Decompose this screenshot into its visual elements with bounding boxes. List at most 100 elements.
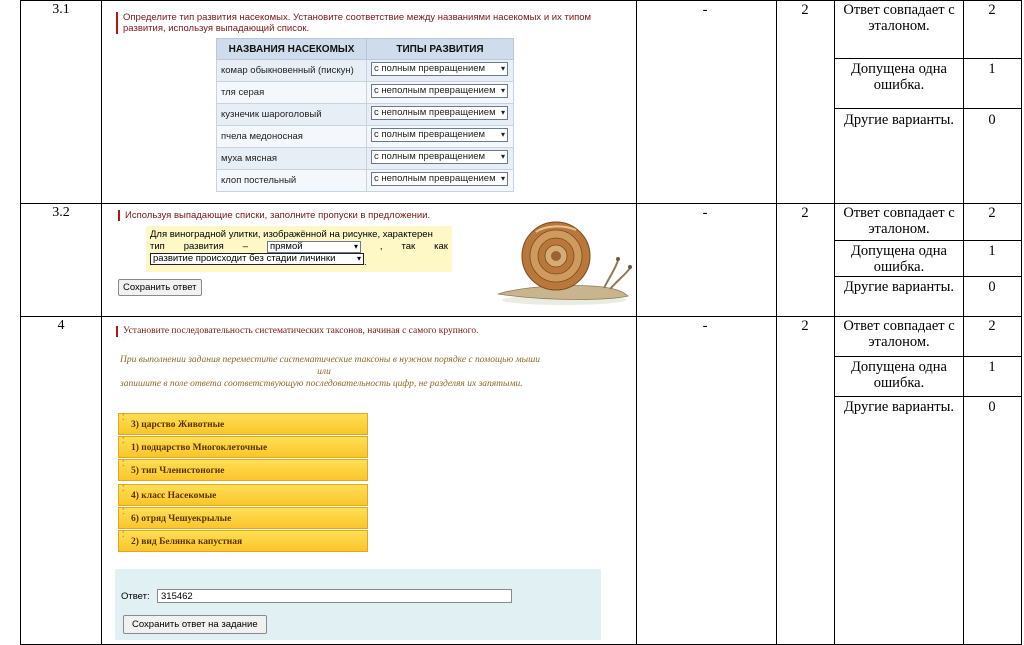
save-answer-button[interactable]: Сохранить ответ: [118, 279, 202, 296]
sentence-word: –: [242, 240, 248, 252]
select-value: прямой: [269, 240, 303, 252]
taxon-label: 3) царство Животные: [131, 420, 225, 430]
insect-name: пчела медоносная: [216, 125, 367, 148]
chevron-down-icon: ▾: [500, 108, 505, 117]
draggable-taxon[interactable]: ⁚ 4) класс Насекомые: [118, 484, 368, 506]
task-number: 3.1: [52, 2, 70, 17]
grid-line: [963, 0, 964, 645]
table-row: муха мясная с полным превращением ▾: [216, 147, 514, 170]
answer-dash: -: [702, 2, 708, 18]
grid-line: [834, 58, 1021, 59]
criterion-score: 2: [988, 2, 996, 18]
criterion-score: 0: [988, 279, 996, 295]
grid-line: [101, 0, 102, 645]
chevron-down-icon: ▾: [356, 253, 361, 263]
criterion-score: 2: [988, 205, 996, 221]
sentence-line: тип развития – прямой ▾ , так как: [150, 240, 448, 253]
answer-input[interactable]: 315462: [157, 589, 512, 603]
development-type-select[interactable]: с неполным превращением ▾: [371, 106, 508, 120]
grid-line: [776, 0, 777, 645]
select-value: с неполным превращением: [374, 173, 496, 184]
grid-line: [834, 0, 835, 645]
sentence-word: тип: [150, 240, 165, 252]
chevron-down-icon: ▾: [500, 174, 505, 183]
criterion-text: Допущена одна ошибка.: [851, 243, 947, 275]
grid-line: [20, 316, 1021, 317]
criterion-score: 2: [988, 318, 996, 334]
sentence-word: развития: [183, 240, 224, 252]
grid-line: [1021, 0, 1022, 645]
development-type-select[interactable]: с полным превращением ▾: [371, 128, 508, 142]
taxon-label: 2) вид Белянка капустная: [131, 537, 243, 547]
insect-name: клоп постельный: [216, 169, 367, 192]
question-title: Определите тип развития насекомых. Устан…: [116, 12, 621, 34]
chevron-down-icon: ▾: [500, 152, 505, 161]
reason-select[interactable]: развитие происходит без стадии личинки ▾: [150, 252, 364, 265]
table-row: клоп постельный с неполным превращением ▾: [216, 169, 514, 192]
criterion-score: 1: [988, 61, 996, 77]
draggable-taxon[interactable]: ⁚ 5) тип Членистоногие: [118, 459, 368, 481]
table-row: пчела медоносная с полным превращением ▾: [216, 125, 514, 148]
draggable-taxon[interactable]: ⁚ 2) вид Белянка капустная: [118, 530, 368, 552]
taxon-label: 6) отряд Чешуекрылые: [131, 514, 232, 524]
answer-dash: -: [702, 205, 708, 221]
drag-handle-icon: ⁚: [122, 413, 125, 422]
development-type-select[interactable]: с неполным превращением ▾: [371, 84, 508, 98]
development-type-select[interactable]: с неполным превращением ▾: [371, 172, 508, 186]
sentence-word: как: [434, 240, 448, 252]
drag-handle-icon: ⁚: [122, 484, 125, 493]
development-type-select[interactable]: прямой ▾: [266, 240, 361, 253]
select-value: с полным превращением: [374, 63, 486, 74]
insect-name: кузнечик шароголовый: [216, 103, 367, 126]
draggable-taxon[interactable]: ⁚ 3) царство Животные: [118, 413, 368, 435]
select-value: с неполным превращением: [374, 85, 496, 96]
instruction-text: или: [317, 367, 331, 377]
grid-line: [636, 0, 637, 645]
task-number: 4: [57, 318, 65, 333]
sentence-word: .: [364, 256, 367, 268]
drag-handle-icon: ⁚: [122, 459, 125, 468]
question-3-1-screenshot: Определите тип развития насекомых. Устан…: [114, 9, 634, 199]
taxon-label: 5) тип Членистоногие: [131, 466, 225, 476]
insect-name: комар обыкновенный (пискун): [216, 59, 367, 82]
grid-line: [20, 203, 1021, 204]
grid-line: [834, 108, 1021, 109]
sentence-word: ,: [379, 240, 383, 252]
grid-line: [834, 240, 1021, 241]
question-title: Используя выпадающие списки, заполните п…: [118, 210, 538, 221]
grid-line: [20, 0, 1021, 1]
criterion-text: Ответ совпадает с эталоном.: [843, 205, 955, 237]
max-points: 2: [801, 2, 809, 18]
column-header: НАЗВАНИЯ НАСЕКОМЫХ: [216, 38, 367, 60]
fill-in-sentence: Для виноградной улитки, изображённой на …: [146, 226, 452, 272]
snail-image: [497, 221, 632, 305]
draggable-taxon[interactable]: ⁚ 6) отряд Чешуекрылые: [118, 507, 368, 529]
save-task-answer-button[interactable]: Сохранить ответ на задание: [123, 615, 267, 634]
sentence-word: так: [401, 240, 416, 252]
criterion-text: Другие варианты.: [844, 279, 954, 295]
criterion-score: 0: [988, 399, 996, 415]
column-header: ТИПЫ РАЗВИТИЯ: [366, 38, 514, 60]
taxon-label: 1) подцарство Многоклеточные: [131, 443, 268, 453]
criterion-text: Допущена одна ошибка.: [851, 61, 947, 93]
question-title: Установите последовательность систематич…: [116, 326, 616, 337]
draggable-taxon[interactable]: ⁚ 1) подцарство Многоклеточные: [118, 436, 368, 458]
chevron-down-icon: ▾: [500, 86, 505, 95]
grid-line: [834, 356, 1021, 357]
development-type-select[interactable]: с полным превращением ▾: [371, 62, 508, 76]
max-points: 2: [801, 318, 809, 334]
drag-handle-icon: ⁚: [122, 436, 125, 445]
select-value: развитие происходит без стадии личинки: [153, 252, 336, 264]
criterion-text: Допущена одна ошибка.: [851, 359, 947, 391]
grid-line: [834, 276, 1021, 277]
criterion-score: 1: [988, 359, 996, 375]
chevron-down-icon: ▾: [353, 241, 358, 251]
grid-line: [834, 396, 1021, 397]
max-points: 2: [801, 205, 809, 221]
sentence-line: Для виноградной улитки, изображённой на …: [150, 229, 433, 240]
select-value: с неполным превращением: [374, 107, 496, 118]
instruction-text: При выполнении задания переместите систе…: [120, 355, 540, 365]
taxon-label: 4) класс Насекомые: [131, 491, 217, 501]
development-type-select[interactable]: с полным превращением ▾: [371, 150, 508, 164]
table-row: кузнечик шароголовый с неполным превраще…: [216, 103, 514, 126]
